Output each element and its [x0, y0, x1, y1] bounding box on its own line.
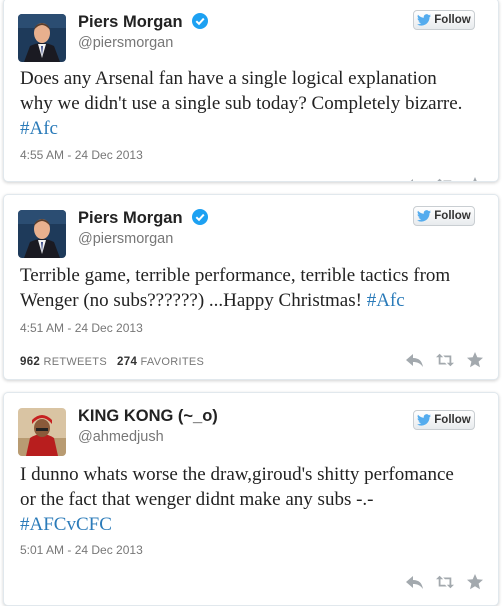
- timestamp[interactable]: 4:55 AM - 24 Dec 2013: [20, 148, 143, 162]
- retweet-button[interactable]: [436, 352, 454, 368]
- retweet-button[interactable]: [436, 574, 454, 590]
- reply-button[interactable]: [406, 574, 424, 590]
- favorite-button[interactable]: [466, 177, 484, 181]
- follow-button[interactable]: Follow: [413, 206, 475, 226]
- retweets-label[interactable]: RETWEETS: [43, 356, 107, 368]
- retweet-count[interactable]: 962: [20, 356, 40, 368]
- tweet-text: Terrible game, terrible performance, ter…: [20, 265, 451, 311]
- reply-icon: [410, 179, 413, 181]
- avatar[interactable]: [18, 210, 66, 258]
- reply-icon: [406, 354, 423, 367]
- tweet-card: Piers Morgan @piersmorgan Follow Terribl…: [3, 194, 499, 380]
- retweet-icon: [437, 178, 452, 181]
- timestamp[interactable]: 4:51 AM - 24 Dec 2013: [20, 321, 143, 335]
- retweet-icon: [436, 575, 454, 589]
- tweet-actions: [406, 177, 484, 181]
- user-handle[interactable]: @piersmorgan: [78, 231, 173, 247]
- tweet-text: Does any Arsenal fan have a single logic…: [20, 68, 463, 139]
- reply-button[interactable]: [406, 352, 424, 368]
- favorite-count[interactable]: 274: [117, 356, 137, 368]
- reply-icon: [406, 576, 423, 589]
- tweet-actions: [406, 574, 484, 590]
- tweet-text: I dunno whats worse the draw,giroud's sh…: [20, 464, 454, 535]
- retweet-icon: [436, 353, 454, 367]
- favorite-button[interactable]: [466, 352, 484, 368]
- user-handle[interactable]: @piersmorgan: [78, 35, 173, 51]
- retweet-button[interactable]: [436, 177, 454, 181]
- display-name[interactable]: Piers Morgan: [78, 13, 209, 32]
- star-icon: [467, 352, 483, 368]
- follow-button[interactable]: Follow: [413, 10, 475, 30]
- avatar[interactable]: [18, 408, 66, 456]
- twitter-bird-icon: [417, 210, 432, 222]
- display-name[interactable]: KING KONG (~_o): [78, 407, 218, 426]
- follow-button[interactable]: Follow: [413, 410, 475, 430]
- favorite-button[interactable]: [466, 574, 484, 590]
- star-icon: [473, 177, 477, 181]
- hashtag-link[interactable]: #Afc: [367, 290, 405, 311]
- tweet-stats: 962 RETWEETS 274 FAVORITES: [20, 356, 204, 368]
- star-icon: [467, 574, 483, 590]
- hashtag-link[interactable]: #Afc: [20, 118, 58, 139]
- twitter-bird-icon: [417, 14, 432, 26]
- hashtag-link[interactable]: #AFCvCFC: [20, 514, 112, 535]
- user-handle[interactable]: @ahmedjush: [78, 429, 164, 445]
- avatar[interactable]: [18, 14, 66, 62]
- tweet-card: Piers Morgan @piersmorgan Follow Does an…: [3, 0, 499, 182]
- tweet-card: KING KONG (~_o) @ahmedjush Follow I dunn…: [3, 392, 499, 606]
- favorites-label[interactable]: FAVORITES: [141, 356, 205, 368]
- timestamp[interactable]: 5:01 AM - 24 Dec 2013: [20, 543, 143, 557]
- display-name[interactable]: Piers Morgan: [78, 209, 209, 228]
- verified-badge-icon: [192, 209, 209, 225]
- verified-badge-icon: [192, 13, 209, 29]
- twitter-bird-icon: [417, 414, 432, 426]
- reply-button[interactable]: [406, 177, 424, 181]
- tweet-actions: [406, 352, 484, 368]
